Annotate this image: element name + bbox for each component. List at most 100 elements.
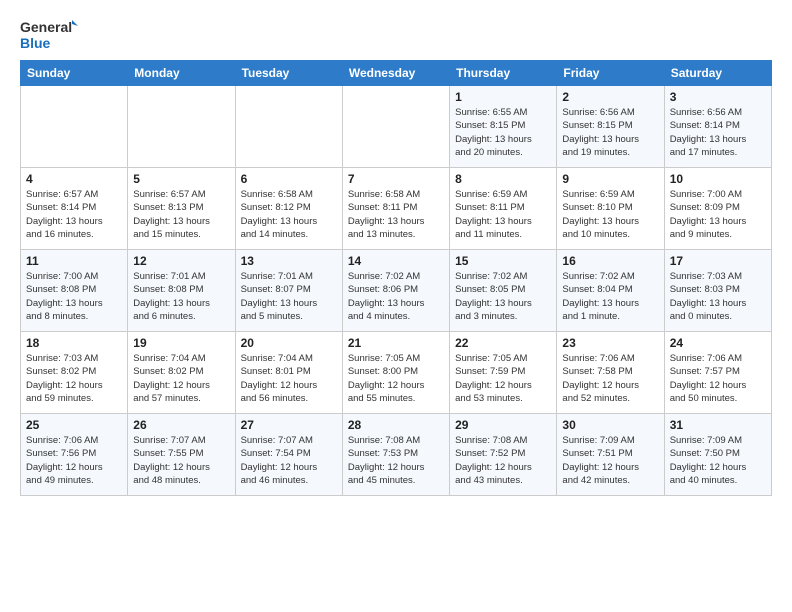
day-info: Sunrise: 6:57 AM Sunset: 8:13 PM Dayligh…	[133, 188, 229, 241]
calendar-week-row: 4Sunrise: 6:57 AM Sunset: 8:14 PM Daylig…	[21, 168, 772, 250]
calendar-day-cell: 7 Sunrise: 6:58 AM Sunset: 8:11 PM Daylig…	[342, 168, 449, 250]
calendar-day-cell	[235, 86, 342, 168]
day-number: 9	[562, 172, 658, 186]
day-info: Sunrise: 7:08 AM Sunset: 7:53 PM Dayligh…	[348, 434, 444, 487]
calendar-day-cell	[21, 86, 128, 168]
day-info: Sunrise: 7:07 AM Sunset: 7:55 PM Dayligh…	[133, 434, 229, 487]
day-info: Sunrise: 7:02 AM Sunset: 8:06 PM Dayligh…	[348, 270, 444, 323]
calendar-day-header: Tuesday	[235, 61, 342, 86]
calendar-day-cell: 12 Sunrise: 7:01 AM Sunset: 8:08 PM Dayli…	[128, 250, 235, 332]
calendar-day-header: Monday	[128, 61, 235, 86]
day-info: Sunrise: 7:08 AM Sunset: 7:52 PM Dayligh…	[455, 434, 551, 487]
day-number: 3	[670, 90, 766, 104]
day-info: Sunrise: 7:03 AM Sunset: 8:02 PM Dayligh…	[26, 352, 122, 405]
calendar-day-cell: 13 Sunrise: 7:01 AM Sunset: 8:07 PM Dayli…	[235, 250, 342, 332]
day-number: 30	[562, 418, 658, 432]
day-number: 24	[670, 336, 766, 350]
day-number: 12	[133, 254, 229, 268]
calendar-day-cell: 19 Sunrise: 7:04 AM Sunset: 8:02 PM Dayli…	[128, 332, 235, 414]
calendar-day-cell: 9 Sunrise: 6:59 AM Sunset: 8:10 PM Daylig…	[557, 168, 664, 250]
day-info: Sunrise: 7:06 AM Sunset: 7:56 PM Dayligh…	[26, 434, 122, 487]
calendar-day-cell: 6Sunrise: 6:58 AM Sunset: 8:12 PM Daylig…	[235, 168, 342, 250]
calendar-day-header: Saturday	[664, 61, 771, 86]
logo-svg: General Blue	[20, 16, 80, 52]
calendar-day-cell: 22Sunrise: 7:05 AM Sunset: 7:59 PM Dayli…	[450, 332, 557, 414]
calendar-day-cell: 5 Sunrise: 6:57 AM Sunset: 8:13 PM Daylig…	[128, 168, 235, 250]
day-number: 5	[133, 172, 229, 186]
day-info: Sunrise: 7:01 AM Sunset: 8:08 PM Dayligh…	[133, 270, 229, 323]
day-info: Sunrise: 7:02 AM Sunset: 8:05 PM Dayligh…	[455, 270, 551, 323]
day-info: Sunrise: 6:55 AM Sunset: 8:15 PM Dayligh…	[455, 106, 551, 159]
day-info: Sunrise: 7:06 AM Sunset: 7:58 PM Dayligh…	[562, 352, 658, 405]
day-info: Sunrise: 6:58 AM Sunset: 8:11 PM Dayligh…	[348, 188, 444, 241]
day-number: 10	[670, 172, 766, 186]
calendar-day-cell: 27 Sunrise: 7:07 AM Sunset: 7:54 PM Dayli…	[235, 414, 342, 496]
day-info: Sunrise: 7:05 AM Sunset: 8:00 PM Dayligh…	[348, 352, 444, 405]
day-info: Sunrise: 7:04 AM Sunset: 8:01 PM Dayligh…	[241, 352, 337, 405]
calendar-day-cell: 4Sunrise: 6:57 AM Sunset: 8:14 PM Daylig…	[21, 168, 128, 250]
day-number: 8	[455, 172, 551, 186]
day-number: 26	[133, 418, 229, 432]
calendar-table: SundayMondayTuesdayWednesdayThursdayFrid…	[20, 60, 772, 496]
day-info: Sunrise: 7:07 AM Sunset: 7:54 PM Dayligh…	[241, 434, 337, 487]
calendar-day-cell: 14 Sunrise: 7:02 AM Sunset: 8:06 PM Dayli…	[342, 250, 449, 332]
day-number: 17	[670, 254, 766, 268]
day-info: Sunrise: 7:00 AM Sunset: 8:09 PM Dayligh…	[670, 188, 766, 241]
day-number: 16	[562, 254, 658, 268]
day-info: Sunrise: 7:02 AM Sunset: 8:04 PM Dayligh…	[562, 270, 658, 323]
day-number: 31	[670, 418, 766, 432]
day-info: Sunrise: 7:09 AM Sunset: 7:51 PM Dayligh…	[562, 434, 658, 487]
day-number: 7	[348, 172, 444, 186]
day-number: 2	[562, 90, 658, 104]
calendar-day-cell: 20 Sunrise: 7:04 AM Sunset: 8:01 PM Dayli…	[235, 332, 342, 414]
day-info: Sunrise: 7:01 AM Sunset: 8:07 PM Dayligh…	[241, 270, 337, 323]
calendar-day-header: Sunday	[21, 61, 128, 86]
day-info: Sunrise: 7:06 AM Sunset: 7:57 PM Dayligh…	[670, 352, 766, 405]
day-number: 25	[26, 418, 122, 432]
day-number: 6	[241, 172, 337, 186]
svg-text:Blue: Blue	[20, 35, 51, 51]
calendar-day-cell: 24 Sunrise: 7:06 AM Sunset: 7:57 PM Dayli…	[664, 332, 771, 414]
calendar-week-row: 25 Sunrise: 7:06 AM Sunset: 7:56 PM Dayli…	[21, 414, 772, 496]
day-info: Sunrise: 6:56 AM Sunset: 8:14 PM Dayligh…	[670, 106, 766, 159]
calendar-day-cell: 17 Sunrise: 7:03 AM Sunset: 8:03 PM Dayli…	[664, 250, 771, 332]
day-info: Sunrise: 7:03 AM Sunset: 8:03 PM Dayligh…	[670, 270, 766, 323]
calendar-day-cell: 10 Sunrise: 7:00 AM Sunset: 8:09 PM Dayli…	[664, 168, 771, 250]
calendar-day-cell: 18 Sunrise: 7:03 AM Sunset: 8:02 PM Dayli…	[21, 332, 128, 414]
day-info: Sunrise: 6:56 AM Sunset: 8:15 PM Dayligh…	[562, 106, 658, 159]
calendar-day-cell: 3 Sunrise: 6:56 AM Sunset: 8:14 PM Daylig…	[664, 86, 771, 168]
header: General Blue	[20, 16, 772, 52]
svg-text:General: General	[20, 19, 72, 35]
calendar-day-header: Wednesday	[342, 61, 449, 86]
day-number: 18	[26, 336, 122, 350]
day-info: Sunrise: 7:05 AM Sunset: 7:59 PM Dayligh…	[455, 352, 551, 405]
calendar-day-header: Friday	[557, 61, 664, 86]
calendar-day-cell: 28 Sunrise: 7:08 AM Sunset: 7:53 PM Dayli…	[342, 414, 449, 496]
day-number: 27	[241, 418, 337, 432]
day-number: 20	[241, 336, 337, 350]
calendar-day-cell	[128, 86, 235, 168]
day-info: Sunrise: 6:59 AM Sunset: 8:10 PM Dayligh…	[562, 188, 658, 241]
calendar-day-cell: 25 Sunrise: 7:06 AM Sunset: 7:56 PM Dayli…	[21, 414, 128, 496]
day-number: 19	[133, 336, 229, 350]
day-number: 14	[348, 254, 444, 268]
day-info: Sunrise: 7:04 AM Sunset: 8:02 PM Dayligh…	[133, 352, 229, 405]
day-number: 28	[348, 418, 444, 432]
calendar-day-cell: 1Sunrise: 6:55 AM Sunset: 8:15 PM Daylig…	[450, 86, 557, 168]
calendar-day-cell	[342, 86, 449, 168]
calendar-day-cell: 29 Sunrise: 7:08 AM Sunset: 7:52 PM Dayli…	[450, 414, 557, 496]
day-info: Sunrise: 7:00 AM Sunset: 8:08 PM Dayligh…	[26, 270, 122, 323]
calendar-day-cell: 21Sunrise: 7:05 AM Sunset: 8:00 PM Dayli…	[342, 332, 449, 414]
day-number: 13	[241, 254, 337, 268]
page: General Blue SundayMondayTuesdayWednesda…	[0, 0, 792, 506]
calendar-header-row: SundayMondayTuesdayWednesdayThursdayFrid…	[21, 61, 772, 86]
calendar-week-row: 11Sunrise: 7:00 AM Sunset: 8:08 PM Dayli…	[21, 250, 772, 332]
calendar-day-cell: 30 Sunrise: 7:09 AM Sunset: 7:51 PM Dayli…	[557, 414, 664, 496]
day-info: Sunrise: 7:09 AM Sunset: 7:50 PM Dayligh…	[670, 434, 766, 487]
calendar-day-cell: 8 Sunrise: 6:59 AM Sunset: 8:11 PM Daylig…	[450, 168, 557, 250]
day-number: 29	[455, 418, 551, 432]
day-info: Sunrise: 6:59 AM Sunset: 8:11 PM Dayligh…	[455, 188, 551, 241]
calendar-day-cell: 15Sunrise: 7:02 AM Sunset: 8:05 PM Dayli…	[450, 250, 557, 332]
calendar-day-cell: 11Sunrise: 7:00 AM Sunset: 8:08 PM Dayli…	[21, 250, 128, 332]
calendar-day-cell: 16 Sunrise: 7:02 AM Sunset: 8:04 PM Dayli…	[557, 250, 664, 332]
